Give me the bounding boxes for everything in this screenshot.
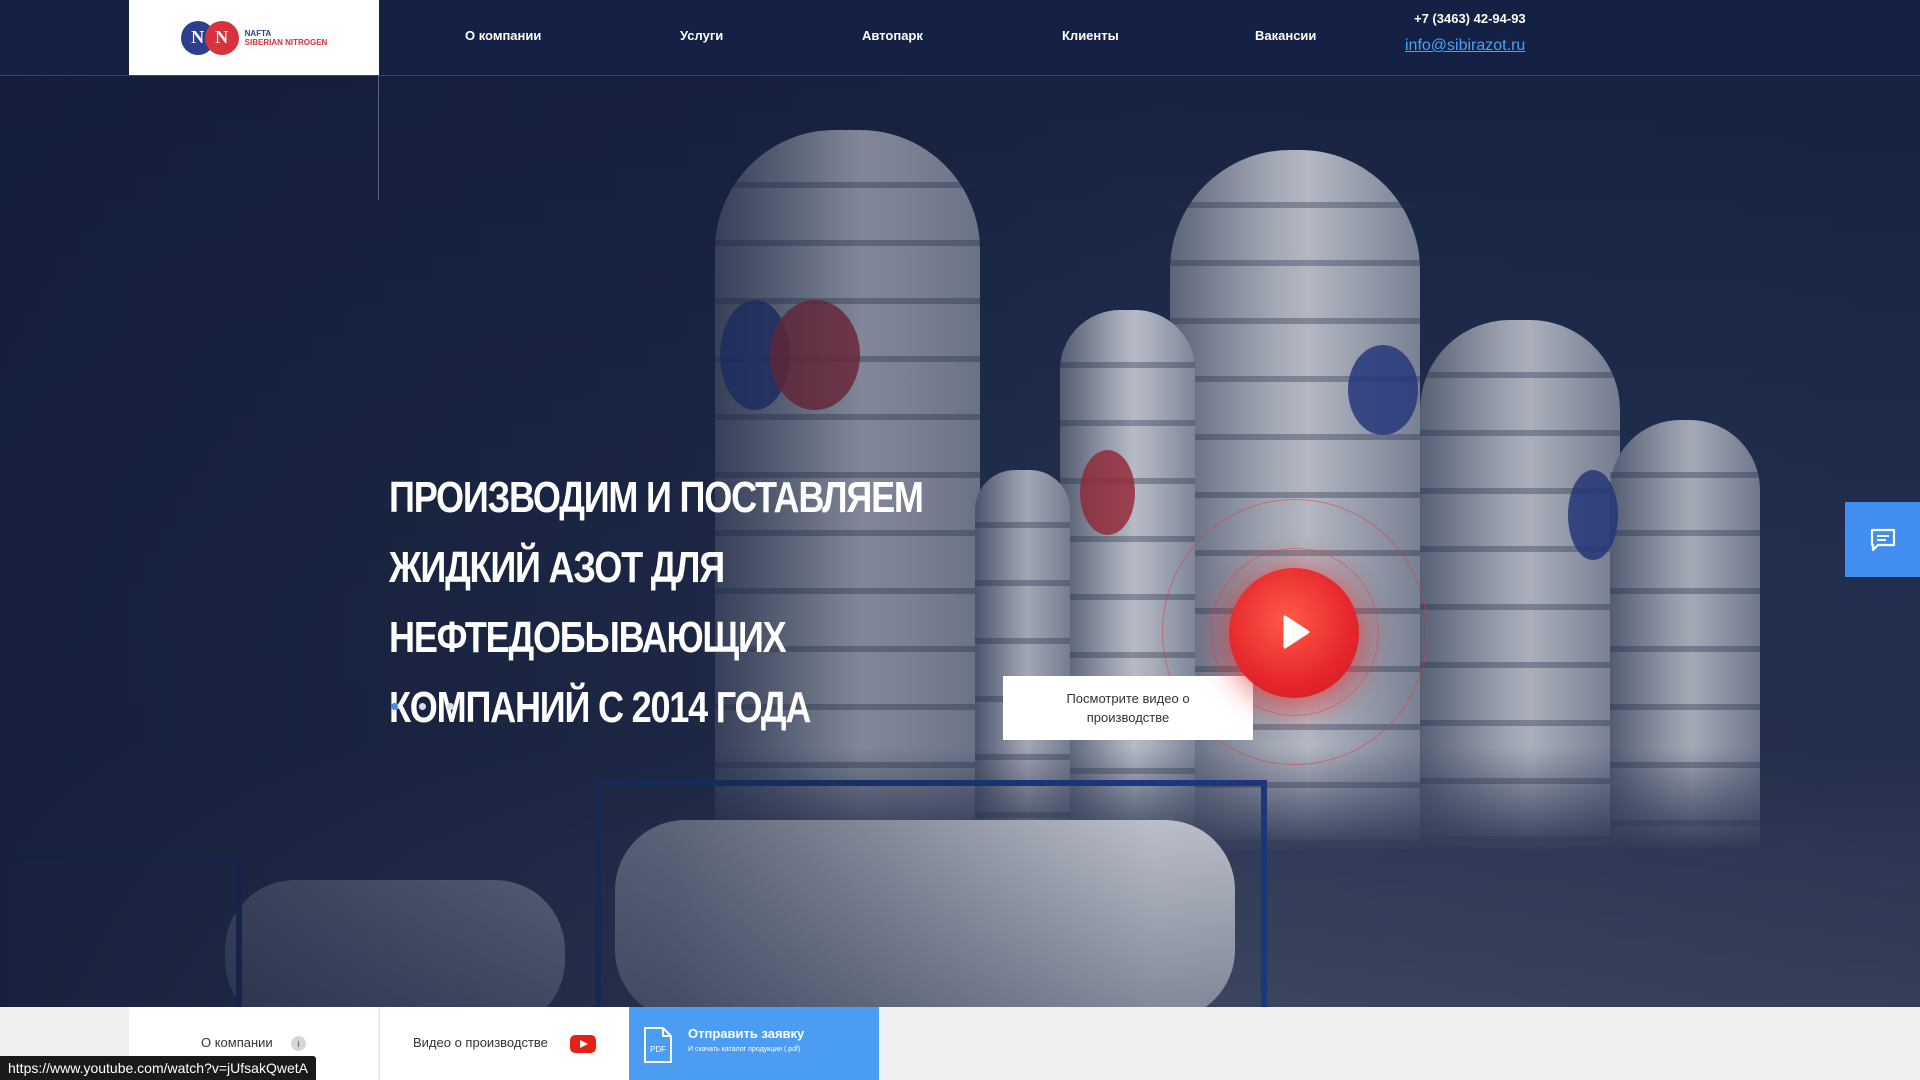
logo-line-2: SIBERIAN NITROGEN [244, 37, 328, 47]
send-request-title: Отправить заявку [688, 1026, 805, 1041]
nav-fleet[interactable]: Автопарк [862, 28, 923, 43]
phone-number[interactable]: +7 (3463) 42-94-93 [1414, 11, 1526, 26]
slider-dot-1[interactable] [391, 703, 398, 710]
production-video-tab[interactable]: Видео о производстве [379, 1007, 630, 1080]
logo-line-1: NAFTA [244, 28, 272, 38]
pdf-icon: PDF [644, 1027, 672, 1063]
svg-text:PDF: PDF [650, 1045, 666, 1054]
youtube-icon [570, 1035, 596, 1053]
send-request-button[interactable]: PDF Отправить заявку И скачать каталог п… [629, 1007, 879, 1080]
slider-dots [391, 703, 454, 710]
nav-vacancies[interactable]: Вакансии [1255, 28, 1316, 43]
browser-status-url: https://www.youtube.com/watch?v=jUfsakQw… [0, 1056, 316, 1080]
slider-dot-2[interactable] [419, 703, 426, 710]
divider [378, 75, 379, 200]
slider-dot-3[interactable] [447, 703, 454, 710]
play-icon [1283, 615, 1310, 649]
production-video-label: Видео о производстве [413, 1035, 548, 1050]
video-caption[interactable]: Посмотрите видео о производстве [1003, 676, 1253, 740]
nav-clients[interactable]: Клиенты [1062, 28, 1119, 43]
play-video-button[interactable] [1229, 568, 1359, 698]
site-logo[interactable]: N N NAFTA SIBERIAN NITROGEN [129, 0, 379, 75]
headline-line-1: Производим и поставляем [389, 473, 924, 522]
about-company-label: О компании [201, 1035, 273, 1050]
nav-services[interactable]: Услуги [680, 28, 723, 43]
hero-headline: Производим и поставляем жидкий азот для … [389, 463, 1029, 743]
chat-widget-button[interactable] [1845, 502, 1920, 577]
send-request-subtitle: И скачать каталог продукции (.pdf) [688, 1046, 801, 1053]
chat-icon [1870, 528, 1895, 551]
headline-line-2: жидкий азот для нефтедобывающих [389, 543, 787, 662]
email-link[interactable]: info@sibirazot.ru [1405, 37, 1525, 55]
logo-mark: N N [180, 20, 239, 55]
info-icon: i [291, 1036, 306, 1051]
nav-about[interactable]: О компании [465, 28, 541, 43]
headline-line-3: компаний с 2014 года [389, 683, 811, 732]
